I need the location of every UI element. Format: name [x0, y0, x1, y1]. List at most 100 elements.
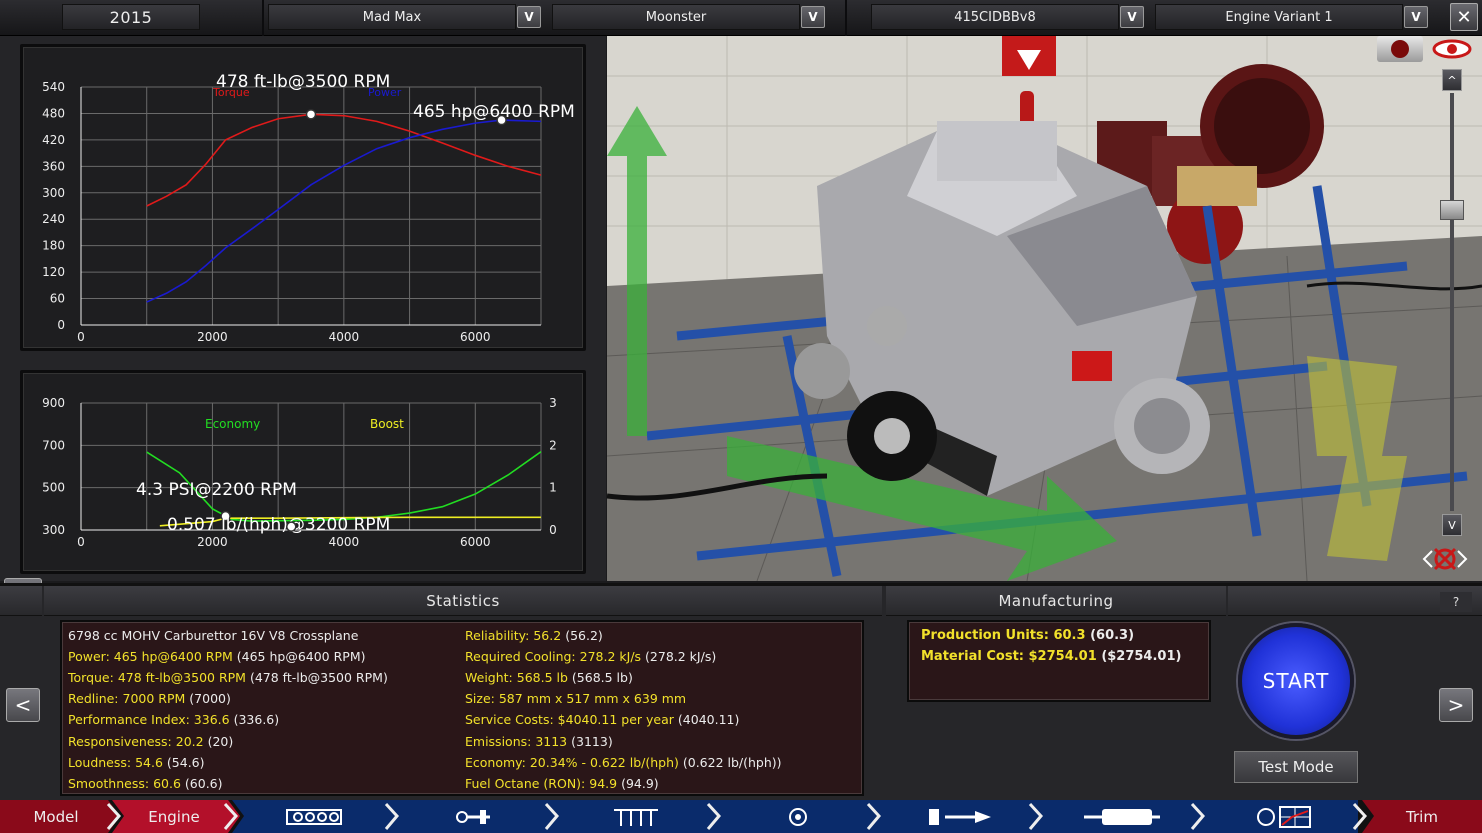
y-left-tick-label: 500 [42, 481, 65, 495]
nav-model[interactable]: Model [0, 800, 112, 833]
statistics-header: Statistics [44, 586, 882, 616]
power-torque-chart-svg: 0 60 120 180 240 300 360 420 480 540 0 2000 4000 6000… [42, 72, 575, 344]
engine-variant-selector[interactable]: Engine Variant 1 [1155, 4, 1403, 30]
economy-min-label: 0.507 lb/(hph)@3200 RPM [167, 515, 390, 535]
legend-boost: Boost [370, 417, 404, 431]
nav-engine-tune[interactable] [1214, 800, 1354, 833]
boost-peak-label: 4.3 PSI@2200 RPM [136, 480, 297, 500]
stat-weight: Weight: 568.5 lb (568.5 lb) [465, 670, 633, 685]
chevron-up-icon: ^ [1447, 73, 1457, 87]
test-mode-label: Test Mode [1258, 758, 1334, 776]
economy-boost-chart-svg: 300 500 700 900 0 1 2 3 0 2000 4000 6000 Economy Boos… [42, 396, 557, 549]
chevron-down-icon: V [808, 10, 818, 24]
engine-family-label: 415CIDBBv8 [954, 9, 1036, 25]
close-button[interactable]: ✕ [1450, 3, 1478, 31]
y-right-tick-label: 2 [549, 438, 557, 452]
nav-fuel-system[interactable] [890, 800, 1030, 833]
manufacturing-box: Production Units: 60.3 (60.3) Material C… [907, 620, 1211, 702]
engine-block-icon [286, 808, 342, 825]
dyno-chart-icon [1257, 805, 1311, 828]
stat-responsiveness: Responsiveness: 20.2 (20) [68, 734, 234, 749]
stat-engine-summary: 6798 cc MOHV Carburettor 16V V8 Crosspla… [68, 628, 359, 643]
model-selector[interactable]: Moonster [552, 4, 800, 30]
y-tick-label: 120 [42, 265, 65, 279]
manufacturing-title: Manufacturing [998, 591, 1114, 610]
y-tick-label: 240 [42, 212, 65, 226]
turbo-icon [789, 807, 807, 826]
nav-bottom-end[interactable] [404, 800, 544, 833]
x-tick-label: 4000 [329, 535, 360, 549]
engine-family-dropdown-button[interactable]: V [1120, 6, 1144, 28]
eye-icon [1432, 39, 1472, 59]
help-button[interactable]: ? [1440, 592, 1472, 612]
valvetrain-icon [614, 808, 658, 826]
y-tick-label: 420 [42, 133, 65, 147]
prev-stats-button[interactable]: < [6, 688, 40, 722]
family-dropdown-button[interactable]: V [517, 6, 541, 28]
x-tick-label: 4000 [329, 330, 360, 344]
year-label: 2015 [109, 7, 153, 27]
engine-variant-dropdown-button[interactable]: V [1404, 6, 1428, 28]
chevron-left-icon: < [14, 693, 32, 717]
top-bar: 2015 Mad Max V Moonster V 415CIDBBv8 V E… [0, 0, 1482, 36]
chevron-down-icon: V [1411, 10, 1421, 24]
chevron-down-icon: V [1448, 518, 1456, 532]
engine-family-selector[interactable]: 415CIDBBv8 [871, 4, 1119, 30]
stat-economy: Economy: 20.34% - 0.622 lb/(hph) (0.622 … [465, 755, 782, 770]
next-stats-button[interactable]: > [1439, 688, 1473, 722]
y-tick-label: 60 [50, 292, 65, 306]
family-selector[interactable]: Mad Max [268, 4, 516, 30]
nav-exhaust[interactable] [1052, 800, 1192, 833]
stat-smoothness: Smoothness: 60.6 (60.6) [68, 776, 223, 791]
y-tick-label: 0 [57, 318, 65, 332]
zoom-slider-track[interactable] [1450, 93, 1454, 511]
nav-aspiration[interactable] [728, 800, 868, 833]
zoom-in-button[interactable]: ^ [1442, 69, 1462, 91]
stat-performance-index: Performance Index: 336.6 (336.6) [68, 712, 280, 727]
x-tick-label: 6000 [460, 330, 491, 344]
nav-block-head[interactable] [244, 800, 384, 833]
screenshot-button[interactable] [1377, 36, 1423, 62]
zoom-out-button[interactable]: V [1442, 514, 1462, 536]
test-mode-button[interactable]: Test Mode [1234, 751, 1358, 783]
stat-fuel-octane: Fuel Octane (RON): 94.9 (94.9) [465, 776, 659, 791]
nav-model-label: Model [33, 807, 79, 826]
zoom-slider-handle[interactable] [1440, 200, 1464, 220]
help-icon: ? [1452, 595, 1460, 609]
nav-engine[interactable]: Engine [118, 800, 230, 833]
economy-min-marker [286, 521, 297, 532]
stat-reliability: Reliability: 56.2 (56.2) [465, 628, 603, 643]
x-tick-label: 0 [77, 535, 85, 549]
stat-torque: Torque: 478 ft-lb@3500 RPM (478 ft-lb@35… [68, 670, 388, 685]
exhaust-icon [1084, 808, 1160, 825]
chevron-down-icon: V [1127, 10, 1137, 24]
manufacturing-header: Manufacturing [886, 586, 1226, 616]
nav-trim[interactable]: Trim [1372, 800, 1472, 833]
start-button[interactable]: START [1238, 623, 1354, 739]
year-selector[interactable]: 2015 [62, 4, 200, 30]
nav-engine-label: Engine [148, 807, 200, 826]
divider [845, 0, 847, 36]
family-label: Mad Max [362, 9, 422, 25]
y-left-tick-label: 300 [42, 523, 65, 537]
stat-required-cooling: Required Cooling: 278.2 kJ/s (278.2 kJ/s… [465, 649, 717, 664]
model-dropdown-button[interactable]: V [801, 6, 825, 28]
nav-top-end[interactable] [566, 800, 706, 833]
chevron-right-icon: > [1447, 693, 1465, 717]
engine-scene [607, 36, 1482, 581]
charts-panel: 0 60 120 180 240 300 360 420 480 540 0 2000 4000 6000… [0, 36, 606, 612]
x-tick-label: 6000 [460, 535, 491, 549]
reset-camera-button[interactable] [1422, 541, 1468, 577]
y-left-tick-label: 700 [42, 438, 65, 452]
crankshaft-icon [456, 809, 490, 824]
engine-3d-viewport[interactable]: ^ V [607, 36, 1482, 581]
visibility-toggle[interactable] [1429, 38, 1475, 60]
material-cost: Material Cost: $2754.01 ($2754.01) [921, 649, 1182, 664]
economy-boost-chart: 300 500 700 900 0 1 2 3 0 2000 4000 6000 Economy Boos… [20, 370, 586, 574]
close-icon: ✕ [1456, 6, 1472, 28]
model-label: Moonster [645, 9, 707, 25]
divider [262, 0, 264, 36]
y-tick-label: 480 [42, 106, 65, 120]
production-units: Production Units: 60.3 (60.3) [921, 628, 1135, 643]
stats-area: Statistics Manufacturing ? < 6798 cc MOH… [0, 583, 1482, 800]
